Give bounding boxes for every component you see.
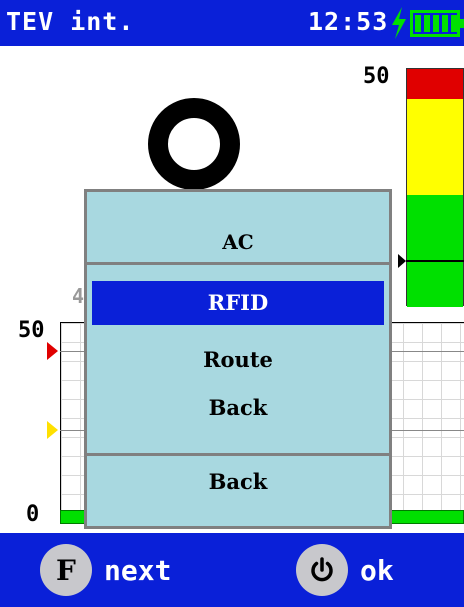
warning-threshold-marker-icon: [47, 421, 58, 439]
charging-bolt-icon: [392, 7, 406, 39]
level-bar-green-segment: [407, 195, 463, 307]
power-icon: [296, 544, 348, 596]
dialog-back-button[interactable]: Back: [87, 458, 389, 506]
ok-label: ok: [360, 553, 394, 587]
menu-item-rfid[interactable]: RFID: [92, 281, 384, 325]
main-display: 50 4 50 0 AC RFID Route Back Back: [0, 46, 464, 533]
level-pointer-icon: [398, 254, 406, 268]
dialog-header: AC: [87, 192, 389, 265]
menu-item-route[interactable]: Route: [92, 338, 384, 382]
level-bar-red-segment: [407, 69, 463, 99]
f-key-icon: F: [40, 544, 92, 596]
faint-reading: 4: [72, 284, 85, 308]
alarm-threshold-marker-icon: [47, 342, 58, 360]
next-label: next: [104, 553, 172, 587]
battery-icon: [410, 10, 464, 37]
level-bar-max-label: 50: [363, 64, 390, 89]
ok-button[interactable]: ok: [296, 543, 394, 597]
next-button[interactable]: F next: [40, 543, 171, 597]
menu-item-back[interactable]: Back: [92, 386, 384, 430]
sensor-ring-icon: [148, 98, 240, 190]
mode-title: TEV int.: [6, 7, 135, 36]
chart-max-label: 50: [18, 318, 45, 343]
level-bar: [406, 68, 464, 307]
chart-min-label: 0: [26, 502, 40, 527]
dialog-title: AC: [222, 230, 254, 254]
clock: 12:53: [308, 7, 389, 36]
softkey-bar: F next ok: [0, 533, 464, 607]
status-bar: TEV int. 12:53: [0, 0, 464, 46]
dialog-divider: [87, 453, 389, 456]
level-bar-yellow-segment: [407, 99, 463, 195]
menu-dialog: AC RFID Route Back Back: [84, 189, 392, 529]
level-pointer-line: [406, 260, 464, 262]
